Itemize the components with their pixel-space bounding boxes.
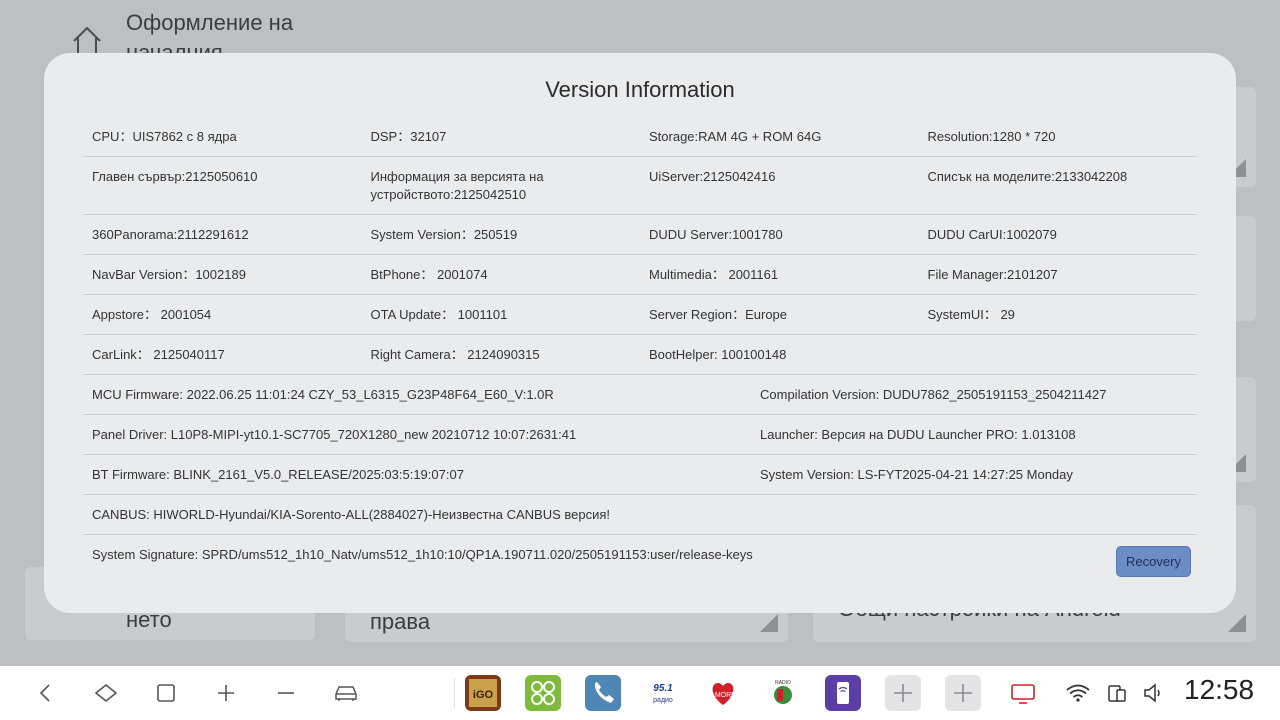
info-empty xyxy=(919,335,1198,374)
back-icon[interactable] xyxy=(26,666,66,720)
table-row: Appstore： 2001054 OTA Update： 1001101 Se… xyxy=(83,295,1197,335)
info-systemui: SystemUI： 29 xyxy=(927,307,1015,322)
table-row: 360Panorama:2112291612 System Version：25… xyxy=(83,215,1197,255)
svg-text:AMORE: AMORE xyxy=(710,692,736,699)
info-compilation-version: Compilation Version: DUDU7862_2505191153… xyxy=(760,387,1107,402)
info-file-manager: File Manager:2101207 xyxy=(927,267,1058,282)
radio-amore-icon[interactable]: AMORE xyxy=(705,675,741,711)
volume-up-icon[interactable] xyxy=(206,666,246,720)
recents-icon[interactable] xyxy=(146,666,186,720)
info-system-signature: System Signature: SPRD/ums512_1h10_Natv/… xyxy=(92,547,753,562)
app-grid-icon[interactable] xyxy=(525,675,561,711)
table-row: CANBUS: HIWORLD-Hyundai/KIA-Sorento-ALL(… xyxy=(83,495,1197,535)
wireless-app-icon[interactable] xyxy=(825,675,861,711)
info-ota-update: OTA Update： 1001101 xyxy=(370,307,508,322)
info-cpu: CPU：UIS7862 с 8 ядра xyxy=(92,129,237,144)
info-bt-firmware: BT Firmware: BLINK_2161_V5.0_RELEASE/202… xyxy=(92,467,464,482)
taskbar: iGO 95.1 радио AMORE RADIO 12:58 xyxy=(0,666,1280,720)
igo-app-icon[interactable]: iGO xyxy=(465,675,501,711)
info-uiserver: UiServer:2125042416 xyxy=(649,169,776,184)
page-title: Оформление на началния xyxy=(126,10,294,54)
version-info-table: CPU：UIS7862 с 8 ядра DSP：32107 Storage:R… xyxy=(83,117,1197,574)
taskbar-divider xyxy=(454,678,455,708)
info-resolution: Resolution:1280 * 720 xyxy=(927,129,1056,144)
svg-text:iGO: iGO xyxy=(473,689,494,701)
radio-951-icon[interactable]: 95.1 радио xyxy=(645,675,681,711)
add-app-icon-2[interactable] xyxy=(945,675,981,711)
table-row: NavBar Version：1002189 BtPhone： 2001074 … xyxy=(83,255,1197,295)
info-launcher: Launcher: Версия на DUDU Launcher PRO: 1… xyxy=(760,427,1076,442)
info-canbus: CANBUS: HIWORLD-Hyundai/KIA-Sorento-ALL(… xyxy=(92,507,611,522)
info-appstore: Appstore： 2001054 xyxy=(92,307,212,322)
info-dsp: DSP：32107 xyxy=(370,129,447,144)
info-boothelper: BootHelper: 100100148 xyxy=(649,347,787,362)
version-info-dialog: Version Information CPU：UIS7862 с 8 ядра… xyxy=(44,53,1236,613)
info-right-camera: Right Camera： 2124090315 xyxy=(370,347,540,362)
info-panel-driver: Panel Driver: L10P8-MIPI-yt10.1-SC7705_7… xyxy=(92,427,577,442)
info-multimedia: Multimedia： 2001161 xyxy=(649,267,779,282)
table-row: MCU Firmware: 2022.06.25 11:01:24 CZY_53… xyxy=(83,375,1197,415)
screen-app-icon[interactable] xyxy=(1005,675,1041,711)
svg-text:RADIO: RADIO xyxy=(775,680,791,686)
wifi-icon[interactable] xyxy=(1058,666,1098,720)
table-row: CPU：UIS7862 с 8 ядра DSP：32107 Storage:R… xyxy=(83,117,1197,157)
info-navbar-version: NavBar Version：1002189 xyxy=(92,267,246,282)
svg-text:95.1: 95.1 xyxy=(653,683,673,694)
table-row: CarLink： 2125040117 Right Camera： 212409… xyxy=(83,335,1197,375)
info-dudu-carui: DUDU CarUI:1002079 xyxy=(927,227,1057,242)
table-row: Главен сървър:2125050610 Информация за в… xyxy=(83,157,1197,215)
home-diamond-icon[interactable] xyxy=(86,666,126,720)
info-main-server: Главен сървър:2125050610 xyxy=(92,169,258,184)
volume-down-icon[interactable] xyxy=(266,666,306,720)
dialog-title: Version Information xyxy=(545,77,735,102)
info-system-version-full: System Version: LS-FYT2025-04-21 14:27:2… xyxy=(760,467,1073,482)
info-model-list: Списък на моделите:2133042208 xyxy=(927,169,1128,184)
info-360-panorama: 360Panorama:2112291612 xyxy=(92,227,249,242)
info-device-version: Информация за версията на устройството:2… xyxy=(370,169,544,202)
table-row: System Signature: SPRD/ums512_1h10_Natv/… xyxy=(83,535,1197,574)
svg-text:радио: радио xyxy=(653,697,673,704)
info-system-version: System Version：250519 xyxy=(370,227,518,242)
add-app-icon[interactable] xyxy=(885,675,921,711)
info-carlink: CarLink： 2125040117 xyxy=(92,347,225,362)
info-server-region: Server Region：Europe xyxy=(649,307,788,322)
phone-app-icon[interactable] xyxy=(585,675,621,711)
info-dudu-server: DUDU Server:1001780 xyxy=(649,227,783,242)
sim-battery-icon[interactable] xyxy=(1097,666,1137,720)
table-row: Panel Driver: L10P8-MIPI-yt10.1-SC7705_7… xyxy=(83,415,1197,455)
clock: 12:58 xyxy=(1184,674,1255,705)
info-btphone: BtPhone： 2001074 xyxy=(370,267,488,282)
info-storage: Storage:RAM 4G + ROM 64G xyxy=(649,129,822,144)
recovery-button[interactable]: Recovery xyxy=(1116,546,1191,577)
car-icon[interactable] xyxy=(326,666,366,720)
table-row: BT Firmware: BLINK_2161_V5.0_RELEASE/202… xyxy=(83,455,1197,495)
radio-app-icon[interactable]: RADIO xyxy=(765,675,801,711)
speaker-icon[interactable] xyxy=(1133,666,1173,720)
info-mcu-firmware: MCU Firmware: 2022.06.25 11:01:24 CZY_53… xyxy=(92,387,554,402)
